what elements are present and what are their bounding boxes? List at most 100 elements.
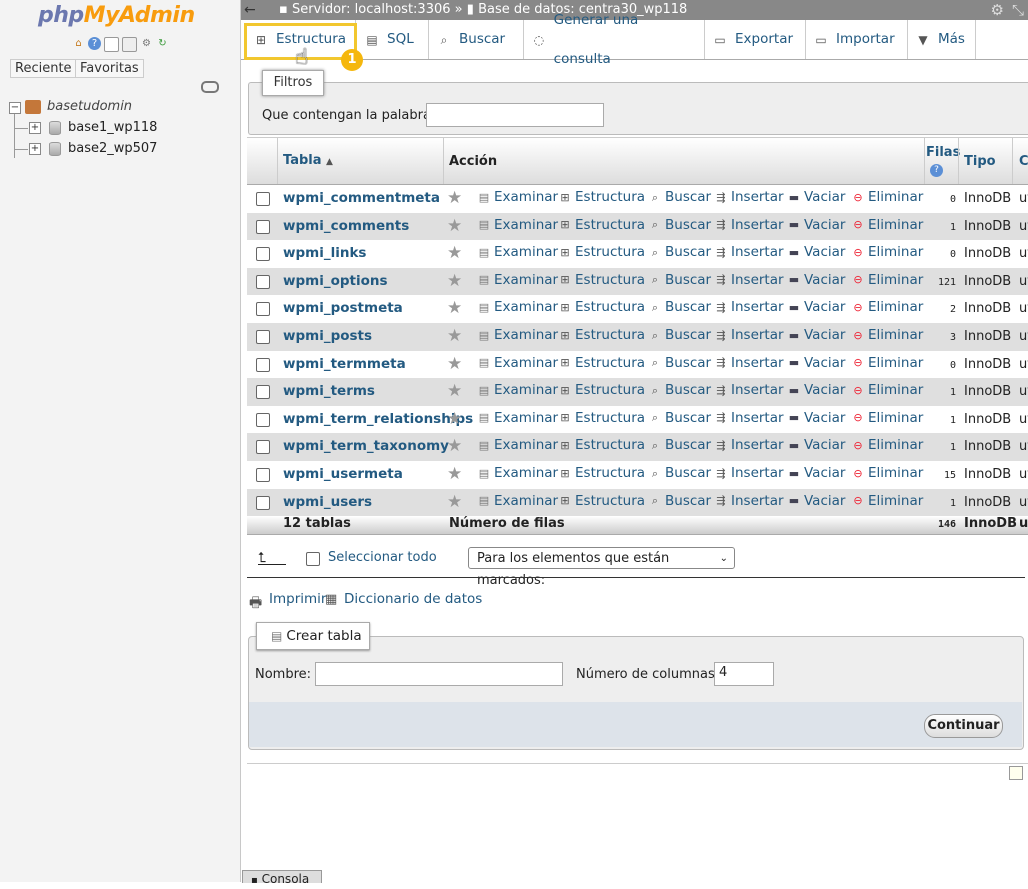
link-with-main-panel-icon[interactable] [201,81,219,93]
favorite-star-icon[interactable]: ★ [447,326,462,346]
docs-icon[interactable] [104,37,119,52]
action-insert[interactable]: ⇶ Insertar [714,327,783,343]
data-dictionary-link[interactable]: Diccionario de datos [344,591,482,607]
favorite-star-icon[interactable]: ★ [447,381,462,401]
console-tab[interactable]: ▪ Consola [242,870,322,886]
action-drop[interactable]: ⊖ Eliminar [851,410,923,426]
action-browse[interactable]: ▤ Examinar [477,189,558,205]
action-empty[interactable]: ▬ Vaciar [787,272,846,288]
with-selected-dropdown[interactable]: Para los elementos que están marcados: ⌄ [468,547,735,588]
action-search[interactable]: ⌕ Buscar [648,327,711,343]
action-insert[interactable]: ⇶ Insertar [714,244,783,260]
action-empty[interactable]: ▬ Vaciar [787,355,846,371]
collapse-icon[interactable]: − [9,102,21,114]
table-name-link[interactable]: wpmi_usermeta [283,466,403,482]
action-insert[interactable]: ⇶ Insertar [714,410,783,426]
favorite-star-icon[interactable]: ★ [447,436,462,456]
table-name-link[interactable]: wpmi_posts [283,328,372,344]
copy-icon[interactable] [122,37,137,52]
action-empty[interactable]: ▬ Vaciar [787,327,846,343]
action-structure[interactable]: ⊞ Estructura [558,217,645,233]
tab-import[interactable]: ▭ Importar [806,20,908,59]
table-name-link[interactable]: wpmi_options [283,273,388,289]
favorite-star-icon[interactable]: ★ [447,298,462,318]
table-name-link[interactable]: wpmi_comments [283,218,409,234]
row-checkbox[interactable] [256,330,270,344]
tab-query[interactable]: ◌ Generar una consulta [524,12,705,67]
action-browse[interactable]: ▤ Examinar [477,244,558,260]
row-checkbox[interactable] [256,495,270,510]
row-checkbox[interactable] [256,219,270,234]
tab-sql[interactable]: ▤ SQL [357,20,429,59]
tree-root-label[interactable]: basetudomin [47,99,132,114]
action-browse[interactable]: ▤ Examinar [477,355,558,371]
action-drop[interactable]: ⊖ Eliminar [851,355,923,371]
action-drop[interactable]: ⊖ Eliminar [851,299,923,315]
action-browse[interactable]: ▤ Examinar [477,493,558,509]
action-search[interactable]: ⌕ Buscar [648,189,711,205]
row-checkbox[interactable] [256,357,270,372]
action-insert[interactable]: ⇶ Insertar [714,355,783,371]
tab-more[interactable]: ▼ Más [908,20,976,59]
table-name-link[interactable]: wpmi_users [283,494,372,510]
action-drop[interactable]: ⊖ Eliminar [851,189,923,205]
row-checkbox[interactable] [256,468,270,482]
notes-icon[interactable] [1009,766,1023,780]
action-empty[interactable]: ▬ Vaciar [787,189,846,205]
action-structure[interactable]: ⊞ Estructura [558,272,645,288]
action-structure[interactable]: ⊞ Estructura [558,493,645,509]
expand-icon[interactable]: + [29,122,41,134]
action-empty[interactable]: ▬ Vaciar [787,299,846,315]
favorite-star-icon[interactable]: ★ [447,492,462,512]
action-insert[interactable]: ⇶ Insertar [714,382,783,398]
action-insert[interactable]: ⇶ Insertar [714,272,783,288]
action-structure[interactable]: ⊞ Estructura [558,189,645,205]
column-header-table[interactable]: Tabla ▲ [283,153,333,168]
table-name-link[interactable]: wpmi_postmeta [283,300,403,316]
action-browse[interactable]: ▤ Examinar [477,272,558,288]
action-insert[interactable]: ⇶ Insertar [714,189,783,205]
action-empty[interactable]: ▬ Vaciar [787,217,846,233]
row-checkbox[interactable] [256,274,270,289]
favorite-star-icon[interactable]: ★ [447,464,462,484]
table-name-link[interactable]: wpmi_termmeta [283,356,406,372]
action-search[interactable]: ⌕ Buscar [648,355,711,371]
action-browse[interactable]: ▤ Examinar [477,217,558,233]
phpmyadmin-logo[interactable]: phpMyAdmin [38,3,195,28]
action-structure[interactable]: ⊞ Estructura [558,244,645,260]
action-search[interactable]: ⌕ Buscar [648,465,711,481]
table-name-link[interactable]: wpmi_commentmeta [283,190,440,206]
home-icon[interactable]: ⌂ [72,37,85,50]
favorite-star-icon[interactable]: ★ [447,354,462,374]
action-empty[interactable]: ▬ Vaciar [787,382,846,398]
action-drop[interactable]: ⊖ Eliminar [851,217,923,233]
table-name-link[interactable]: wpmi_term_taxonomy [283,438,449,454]
table-name-link[interactable]: wpmi_term_relationships [283,411,473,427]
reload-icon[interactable]: ↻ [156,37,169,50]
action-structure[interactable]: ⊞ Estructura [558,410,645,426]
row-checkbox[interactable] [256,412,270,427]
action-browse[interactable]: ▤ Examinar [477,299,558,315]
help-icon[interactable]: ? [930,164,943,177]
action-browse[interactable]: ▤ Examinar [477,327,558,343]
breadcrumb-server[interactable]: Servidor: localhost:3306 [292,2,451,17]
row-checkbox[interactable] [256,302,270,317]
action-insert[interactable]: ⇶ Insertar [714,437,783,453]
action-drop[interactable]: ⊖ Eliminar [851,465,923,481]
select-all-label[interactable]: Seleccionar todo [328,550,437,565]
action-drop[interactable]: ⊖ Eliminar [851,244,923,260]
action-structure[interactable]: ⊞ Estructura [558,299,645,315]
action-structure[interactable]: ⊞ Estructura [558,382,645,398]
action-search[interactable]: ⌕ Buscar [648,217,711,233]
filter-input[interactable] [426,103,604,127]
settings-gear-icon[interactable]: ⚙ [140,37,153,50]
action-drop[interactable]: ⊖ Eliminar [851,437,923,453]
favorite-star-icon[interactable]: ★ [447,216,462,236]
action-structure[interactable]: ⊞ Estructura [558,437,645,453]
action-browse[interactable]: ▤ Examinar [477,465,558,481]
action-search[interactable]: ⌕ Buscar [648,244,711,260]
action-search[interactable]: ⌕ Buscar [648,272,711,288]
action-insert[interactable]: ⇶ Insertar [714,299,783,315]
tree-item-base2[interactable]: base2_wp507 [68,141,157,156]
table-name-link[interactable]: wpmi_links [283,245,366,261]
